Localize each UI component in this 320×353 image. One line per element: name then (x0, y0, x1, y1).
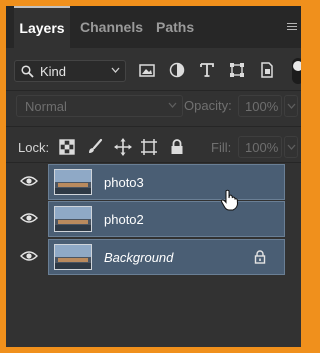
chevron-down-icon (111, 67, 120, 73)
layer-row-photo2[interactable]: photo2 (48, 201, 285, 237)
divider (6, 162, 301, 163)
prevent-auto-nesting-artboard-icon[interactable] (140, 138, 158, 156)
layer-name: Background (104, 250, 174, 265)
tab-layers[interactable]: Layers (14, 6, 70, 48)
tab-channels[interactable]: Channels (80, 6, 143, 48)
opacity-chevron-button[interactable] (284, 95, 298, 117)
image-filter-icon[interactable] (138, 61, 156, 79)
lock-position-move-icon[interactable] (114, 138, 132, 156)
blend-mode-label: Normal (25, 99, 67, 114)
layer-name: photo2 (104, 212, 144, 227)
lock-label: Lock: (18, 140, 50, 155)
layer-thumbnail (54, 206, 92, 232)
fill-field[interactable]: 100% (238, 136, 282, 158)
filter-toggle-switch[interactable] (292, 58, 301, 84)
visibility-eye-icon[interactable] (20, 175, 38, 187)
opacity-field[interactable]: 100% (238, 95, 282, 117)
layers-panel: Layers Channels Paths Kind Normal Opacit… (6, 6, 301, 347)
filter-kind-label: Kind (40, 64, 67, 79)
lock-image-pixels-brush-icon[interactable] (86, 138, 104, 156)
tab-paths[interactable]: Paths (156, 6, 194, 48)
fill-label: Fill: (211, 140, 232, 155)
opacity-label: Opacity: (184, 98, 232, 113)
layer-row-photo3[interactable]: photo3 (48, 164, 285, 200)
lock-all-icon[interactable] (168, 138, 186, 156)
smart-object-filter-icon[interactable] (258, 61, 276, 79)
shape-filter-icon[interactable] (228, 61, 246, 79)
visibility-eye-icon[interactable] (20, 212, 38, 224)
divider (6, 126, 301, 127)
search-icon (21, 65, 34, 78)
blend-mode-select[interactable]: Normal (16, 95, 183, 117)
layer-name: photo3 (104, 175, 144, 190)
divider (6, 90, 301, 91)
panel-menu-icon[interactable] (287, 23, 297, 31)
layer-thumbnail (54, 169, 92, 195)
chevron-down-icon (287, 144, 296, 150)
layer-lock-icon[interactable] (254, 250, 266, 264)
chevron-down-icon (287, 103, 296, 109)
chevron-down-icon (168, 102, 177, 108)
layer-thumbnail (54, 244, 92, 270)
lock-transparent-pixels-icon[interactable] (58, 138, 76, 156)
adjustment-filter-icon[interactable] (168, 61, 186, 79)
type-filter-icon[interactable] (198, 61, 216, 79)
layer-row-background[interactable]: Background (48, 239, 285, 275)
hand-cursor-icon (220, 189, 239, 211)
panel-tab-bar: Layers Channels Paths (6, 6, 301, 48)
filter-kind-select[interactable]: Kind (14, 60, 126, 82)
fill-chevron-button[interactable] (284, 136, 298, 158)
visibility-eye-icon[interactable] (20, 250, 38, 262)
